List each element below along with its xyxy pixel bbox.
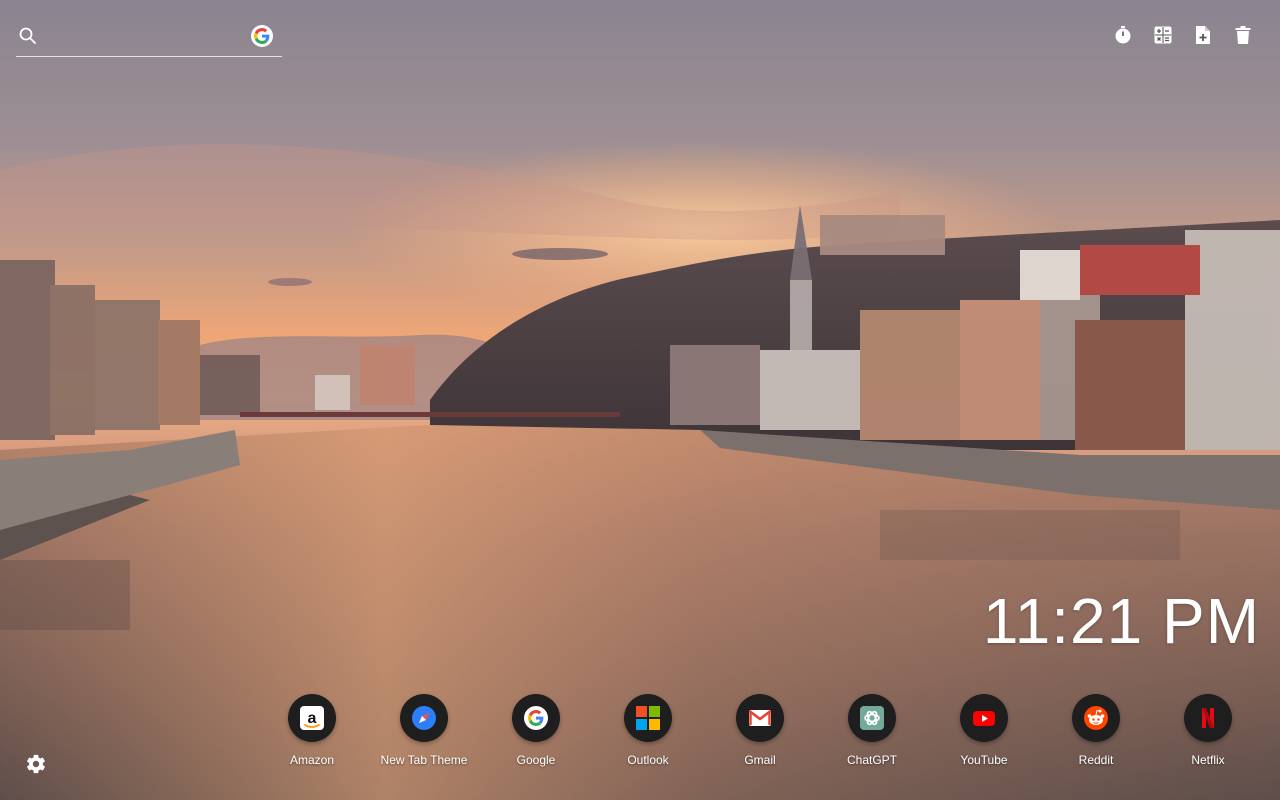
- gmail-icon: [736, 694, 784, 742]
- search-input[interactable]: [46, 24, 250, 52]
- shortcut-label: Outlook: [627, 753, 669, 767]
- compass-icon: [400, 694, 448, 742]
- shortcut-youtube[interactable]: YouTube: [928, 694, 1040, 767]
- shortcut-label: Netflix: [1191, 753, 1225, 767]
- shortcut-label: ChatGPT: [846, 753, 897, 767]
- calculator-icon[interactable]: [1152, 24, 1174, 46]
- shortcut-new-tab-theme[interactable]: New Tab Theme: [368, 694, 480, 767]
- shortcut-label: Gmail: [744, 753, 776, 767]
- search-icon[interactable]: [18, 26, 38, 46]
- google-icon[interactable]: [251, 25, 273, 47]
- google-icon: [512, 694, 560, 742]
- shortcut-amazon[interactable]: a Amazon: [256, 694, 368, 767]
- search-bar: [16, 20, 282, 57]
- clock: 11:21 PM: [982, 585, 1260, 657]
- gear-icon[interactable]: [25, 753, 47, 775]
- shortcut-label: YouTube: [960, 753, 1008, 767]
- stopwatch-icon[interactable]: [1112, 24, 1134, 46]
- trash-icon[interactable]: [1232, 24, 1254, 46]
- shortcut-label: Reddit: [1078, 753, 1114, 767]
- shortcut-bar: a Amazon New Tab Theme Google Outlook Gm…: [256, 694, 1264, 774]
- netflix-icon: [1184, 694, 1232, 742]
- top-toolbar: [1112, 24, 1254, 46]
- youtube-icon: [960, 694, 1008, 742]
- amazon-icon: a: [288, 694, 336, 742]
- add-note-icon[interactable]: [1192, 24, 1214, 46]
- shortcut-label: Amazon: [289, 753, 335, 767]
- svg-text:a: a: [308, 710, 317, 727]
- chatgpt-icon: [848, 694, 896, 742]
- background-wallpaper: [0, 0, 1280, 800]
- shortcut-reddit[interactable]: Reddit: [1040, 694, 1152, 767]
- microsoft-icon: [624, 694, 672, 742]
- shortcut-google[interactable]: Google: [480, 694, 592, 767]
- shortcut-gmail[interactable]: Gmail: [704, 694, 816, 767]
- shortcut-chatgpt[interactable]: ChatGPT: [816, 694, 928, 767]
- shortcut-netflix[interactable]: Netflix: [1152, 694, 1264, 767]
- shortcut-label: New Tab Theme: [380, 753, 468, 767]
- reddit-icon: [1072, 694, 1120, 742]
- shortcut-label: Google: [516, 753, 556, 767]
- shortcut-outlook[interactable]: Outlook: [592, 694, 704, 767]
- new-tab-page: 11:21 PM a Amazon New Tab Theme Google O…: [0, 0, 1280, 800]
